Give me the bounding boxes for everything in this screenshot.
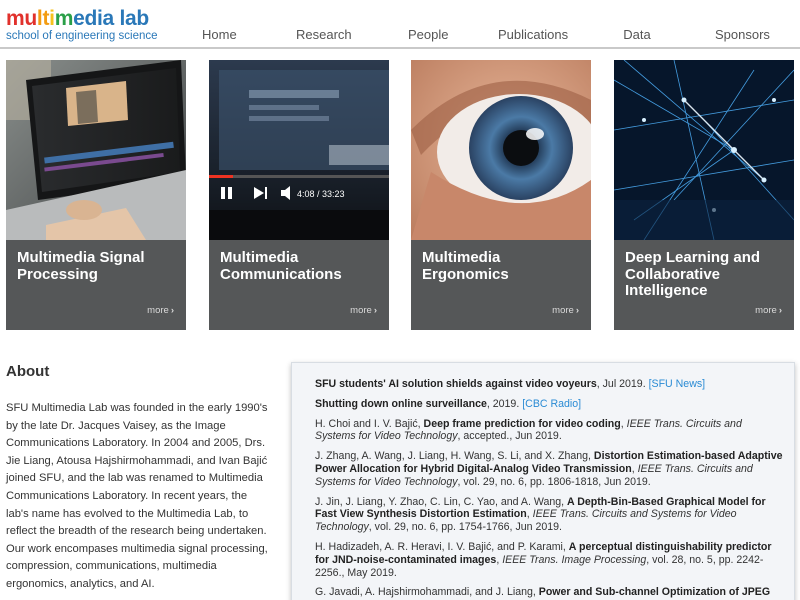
card-title: Multimedia Signal Processing — [17, 249, 145, 283]
chevron-right-icon: › — [778, 305, 782, 316]
card-more-link[interactable]: more › — [147, 305, 174, 316]
main-nav: Home Research People Publications Data S… — [0, 27, 800, 45]
nav-data[interactable]: Data — [623, 27, 651, 42]
neural-network-graphic — [614, 60, 794, 240]
news-item: SFU students' AI solution shields agains… — [315, 378, 785, 391]
video-time-text: 4:08 / 33:23 — [297, 189, 345, 199]
news-source-link[interactable]: [SFU News] — [649, 378, 706, 390]
pub-venue: IEEE Trans. Image Processing — [502, 553, 647, 566]
pub-details: , vol. 29, no. 6, pp. 1806-1818, Jun 201… — [457, 475, 651, 488]
card-signal-processing[interactable]: Multimedia Signal Processing more › — [6, 60, 186, 330]
pub-details: , vol. 29, no. 6, pp. 1754-1766, Jun 201… — [368, 521, 562, 534]
laptop-editing-photo — [6, 60, 186, 240]
pub-authors: H. Choi and I. V. Bajić, — [315, 417, 424, 430]
nav-sponsors[interactable]: Sponsors — [715, 27, 770, 42]
about-heading: About — [6, 363, 50, 380]
pub-authors: H. Hadizadeh, A. R. Heravi, I. V. Bajić,… — [315, 540, 569, 553]
publication-item: H. Choi and I. V. Bajić, Deep frame pred… — [315, 418, 785, 444]
nav-research[interactable]: Research — [296, 27, 352, 42]
news-panel: SFU students' AI solution shields agains… — [291, 362, 795, 600]
card-title: Multimedia Ergonomics — [422, 249, 509, 283]
publication-item: H. Hadizadeh, A. R. Heravi, I. V. Bajić,… — [315, 541, 785, 579]
card-communications[interactable]: 4:08 / 33:23 Multimedia Communications m… — [209, 60, 389, 330]
pub-title[interactable]: Deep frame prediction for video coding — [424, 418, 621, 430]
more-label: more — [755, 305, 777, 316]
chevron-right-icon: › — [373, 305, 377, 316]
pub-authors: J. Zhang, A. Wang, J. Liang, H. Wang, S.… — [315, 450, 594, 463]
card-title: Deep Learning and Collaborative Intellig… — [625, 249, 761, 299]
card-more-link[interactable]: more › — [552, 305, 579, 316]
card-deep-learning[interactable]: Deep Learning and Collaborative Intellig… — [614, 60, 794, 330]
more-label: more — [552, 305, 574, 316]
news-date: , 2019. — [486, 397, 523, 410]
about-paragraph: SFU Multimedia Lab was founded in the ea… — [6, 402, 268, 590]
nav-publications[interactable]: Publications — [498, 27, 568, 42]
publication-item: J. Zhang, A. Wang, J. Liang, H. Wang, S.… — [315, 450, 785, 488]
news-item: Shutting down online surveillance, 2019.… — [315, 398, 785, 411]
nav-home[interactable]: Home — [202, 27, 237, 42]
site-header: multimedia lab school of engineering sci… — [0, 0, 800, 48]
publication-item: J. Jin, J. Liang, Y. Zhao, C. Lin, C. Ya… — [315, 496, 785, 534]
more-label: more — [147, 305, 169, 316]
news-headline[interactable]: SFU students' AI solution shields agains… — [315, 378, 597, 390]
news-headline[interactable]: Shutting down online surveillance — [315, 398, 487, 410]
news-list: SFU students' AI solution shields agains… — [315, 378, 785, 600]
pub-title[interactable]: Power and Sub-channel Optimization of JP… — [539, 586, 770, 598]
card-ergonomics[interactable]: Multimedia Ergonomics more › — [411, 60, 591, 330]
news-date: , Jul 2019. — [596, 378, 649, 390]
card-title: Multimedia Communications — [220, 249, 342, 283]
publication-item: G. Javadi, A. Hajshirmohammadi, and J. L… — [315, 586, 785, 599]
nav-people[interactable]: People — [408, 27, 448, 42]
pub-authors: G. Javadi, A. Hajshirmohammadi, and J. L… — [315, 586, 539, 599]
header-divider — [0, 47, 800, 49]
chevron-right-icon: › — [170, 305, 174, 316]
video-player-photo: 4:08 / 33:23 — [209, 60, 389, 240]
eye-closeup-photo — [411, 60, 591, 240]
pub-details: , accepted., Jun 2019. — [457, 430, 562, 443]
news-source-link[interactable]: [CBC Radio] — [522, 398, 581, 410]
card-more-link[interactable]: more › — [755, 305, 782, 316]
chevron-right-icon: › — [575, 305, 579, 316]
card-more-link[interactable]: more › — [350, 305, 377, 316]
pub-authors: J. Jin, J. Liang, Y. Zhao, C. Lin, C. Ya… — [315, 495, 568, 508]
more-label: more — [350, 305, 372, 316]
